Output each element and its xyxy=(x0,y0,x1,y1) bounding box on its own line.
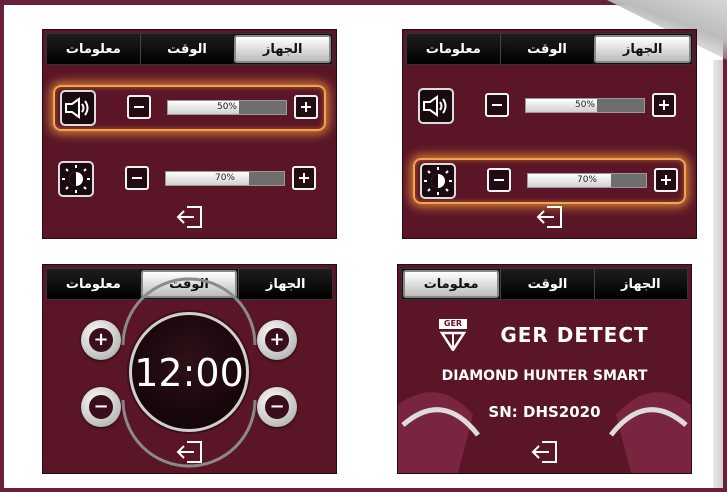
exit-icon[interactable] xyxy=(175,439,205,465)
tab-device[interactable]: الجهاز xyxy=(234,35,332,63)
time-panel: معلومات الوقت الجهاز 12:00 + − + − xyxy=(42,264,337,474)
exit-icon[interactable] xyxy=(175,204,205,230)
settings-panel-volume: معلومات الوقت الجهاز 50% 70% xyxy=(42,29,337,239)
settings-panel-brightness: معلومات الوقت الجهاز 50% 70% xyxy=(402,29,697,239)
brightness-row: 70% xyxy=(413,158,686,204)
brightness-bar[interactable]: 70% xyxy=(527,173,647,188)
brightness-bar[interactable]: 70% xyxy=(165,171,285,186)
brightness-minus-button[interactable] xyxy=(487,168,511,192)
exit-icon[interactable] xyxy=(535,204,565,230)
brightness-plus-button[interactable] xyxy=(654,168,678,192)
tab-time[interactable]: الوقت xyxy=(139,34,234,64)
volume-value: 50% xyxy=(216,102,237,112)
hour-minus-button[interactable]: − xyxy=(81,387,121,427)
brightness-plus-button[interactable] xyxy=(292,166,316,190)
tab-info[interactable]: معلومات xyxy=(407,34,500,64)
volume-row: 50% xyxy=(413,85,686,127)
tab-bar: معلومات الوقت الجهاز xyxy=(406,33,693,65)
speaker-icon[interactable] xyxy=(60,90,96,126)
exit-icon[interactable] xyxy=(530,439,560,465)
info-panel: معلومات الوقت الجهاز GER GER DETECT DIAM… xyxy=(397,264,692,474)
volume-bar[interactable]: 50% xyxy=(167,100,287,115)
brightness-value: 70% xyxy=(214,173,235,183)
plus-icon: + xyxy=(265,328,289,352)
tab-time[interactable]: الوقت xyxy=(499,34,594,64)
volume-row: 50% xyxy=(53,85,326,131)
plus-icon: + xyxy=(89,328,113,352)
minus-icon: − xyxy=(265,395,289,419)
hour-plus-button[interactable]: + xyxy=(81,320,121,360)
serial-number: SN: DHS2020 xyxy=(488,403,601,421)
brightness-row: 70% xyxy=(53,158,326,200)
brightness-icon[interactable] xyxy=(58,161,94,197)
volume-minus-button[interactable] xyxy=(485,93,509,117)
brand-name: GER DETECT xyxy=(500,323,649,347)
clock-time: 12:00 xyxy=(134,351,244,395)
tab-device[interactable]: الجهاز xyxy=(594,35,692,63)
volume-plus-button[interactable] xyxy=(652,93,676,117)
speaker-icon[interactable] xyxy=(418,88,454,124)
minute-plus-button[interactable]: + xyxy=(257,320,297,360)
brightness-value: 70% xyxy=(576,175,597,185)
clock-face: 12:00 xyxy=(129,312,249,432)
product-name: DIAMOND HUNTER SMART xyxy=(441,368,648,384)
volume-bar[interactable]: 50% xyxy=(525,98,645,113)
minus-icon: − xyxy=(89,395,113,419)
right-edge-bar xyxy=(713,60,723,488)
brightness-minus-button[interactable] xyxy=(125,166,149,190)
volume-minus-button[interactable] xyxy=(127,95,151,119)
volume-value: 50% xyxy=(574,100,595,110)
minute-minus-button[interactable]: − xyxy=(257,387,297,427)
tab-info[interactable]: معلومات xyxy=(47,34,140,64)
volume-plus-button[interactable] xyxy=(294,95,318,119)
brightness-icon[interactable] xyxy=(420,163,456,199)
tab-bar: معلومات الوقت الجهاز xyxy=(46,33,333,65)
